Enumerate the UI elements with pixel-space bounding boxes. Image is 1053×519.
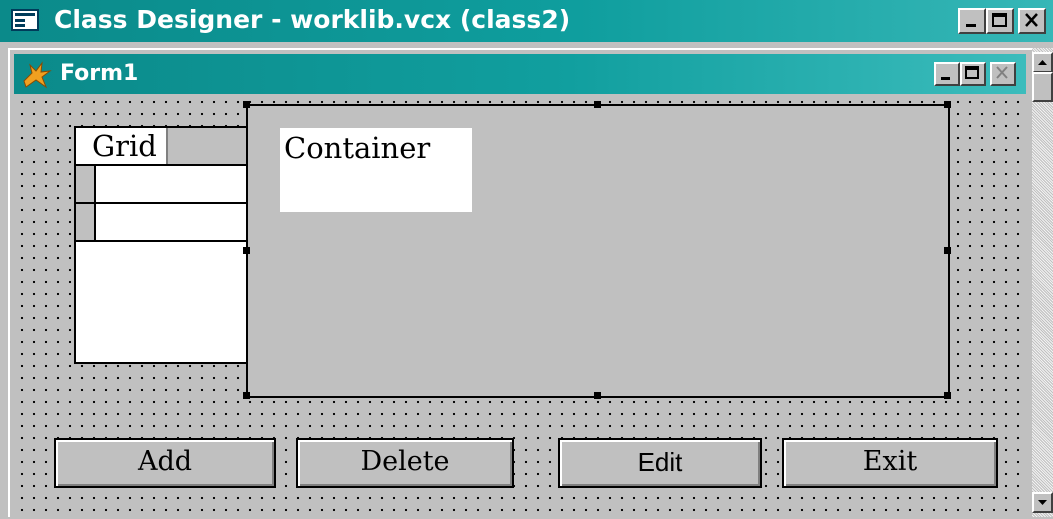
close-icon (996, 66, 1008, 79)
minimize-icon (966, 24, 976, 27)
window-icon[interactable] (11, 9, 39, 31)
minimize-button[interactable] (958, 8, 986, 34)
minimize-icon (941, 77, 950, 80)
grid-row-divider (76, 240, 262, 242)
scroll-down-button[interactable] (1032, 492, 1053, 513)
form1-title-bar[interactable]: Form1 (14, 54, 1026, 94)
form1-window[interactable]: Form1 Grid Container Add Delete Edit Exi… (8, 48, 1032, 519)
selection-handle-bottom-left[interactable] (243, 392, 250, 399)
grid-header[interactable]: Grid (76, 128, 166, 166)
form-minimize-button[interactable] (934, 62, 960, 86)
selection-handle-top-left[interactable] (243, 101, 250, 108)
grid-control[interactable]: Grid (74, 126, 264, 364)
exit-button[interactable]: Exit (782, 438, 998, 488)
maximize-icon (992, 13, 1007, 27)
selection-handle-top[interactable] (594, 101, 601, 108)
scroll-thumb[interactable] (1032, 72, 1053, 102)
grid-row[interactable] (76, 202, 262, 242)
grid-row-selector[interactable] (76, 204, 96, 242)
class-designer-title-bar[interactable]: Class Designer - worklib.vcx (class2) (0, 0, 1053, 42)
delete-button[interactable]: Delete (296, 438, 514, 488)
form-close-button[interactable] (990, 62, 1016, 86)
close-icon (1025, 13, 1038, 27)
form-maximize-button[interactable] (960, 62, 986, 86)
arrow-up-icon (1038, 60, 1047, 65)
selection-handle-bottom-right[interactable] (944, 392, 951, 399)
grid-row-selector[interactable] (76, 166, 96, 204)
selection-handle-right[interactable] (944, 247, 951, 254)
vertical-scrollbar[interactable] (1032, 48, 1053, 517)
selection-handle-bottom[interactable] (594, 392, 601, 399)
close-button[interactable] (1018, 8, 1046, 34)
maximize-icon (965, 66, 979, 79)
add-button[interactable]: Add (54, 438, 276, 488)
container-label[interactable]: Container (280, 128, 472, 212)
fox-icon (23, 61, 52, 89)
arrow-down-icon (1038, 500, 1047, 505)
selection-handle-top-right[interactable] (944, 101, 951, 108)
edit-button[interactable]: Edit (558, 438, 762, 488)
form1-title: Form1 (60, 61, 139, 86)
form-design-surface[interactable]: Grid Container Add Delete Edit Exit (14, 94, 1026, 519)
grid-row[interactable] (76, 164, 262, 204)
scroll-up-button[interactable] (1032, 52, 1053, 73)
container-control[interactable]: Container (246, 104, 950, 398)
maximize-button[interactable] (986, 8, 1014, 34)
selection-handle-left[interactable] (243, 247, 250, 254)
class-designer-title: Class Designer - worklib.vcx (class2) (54, 5, 571, 34)
